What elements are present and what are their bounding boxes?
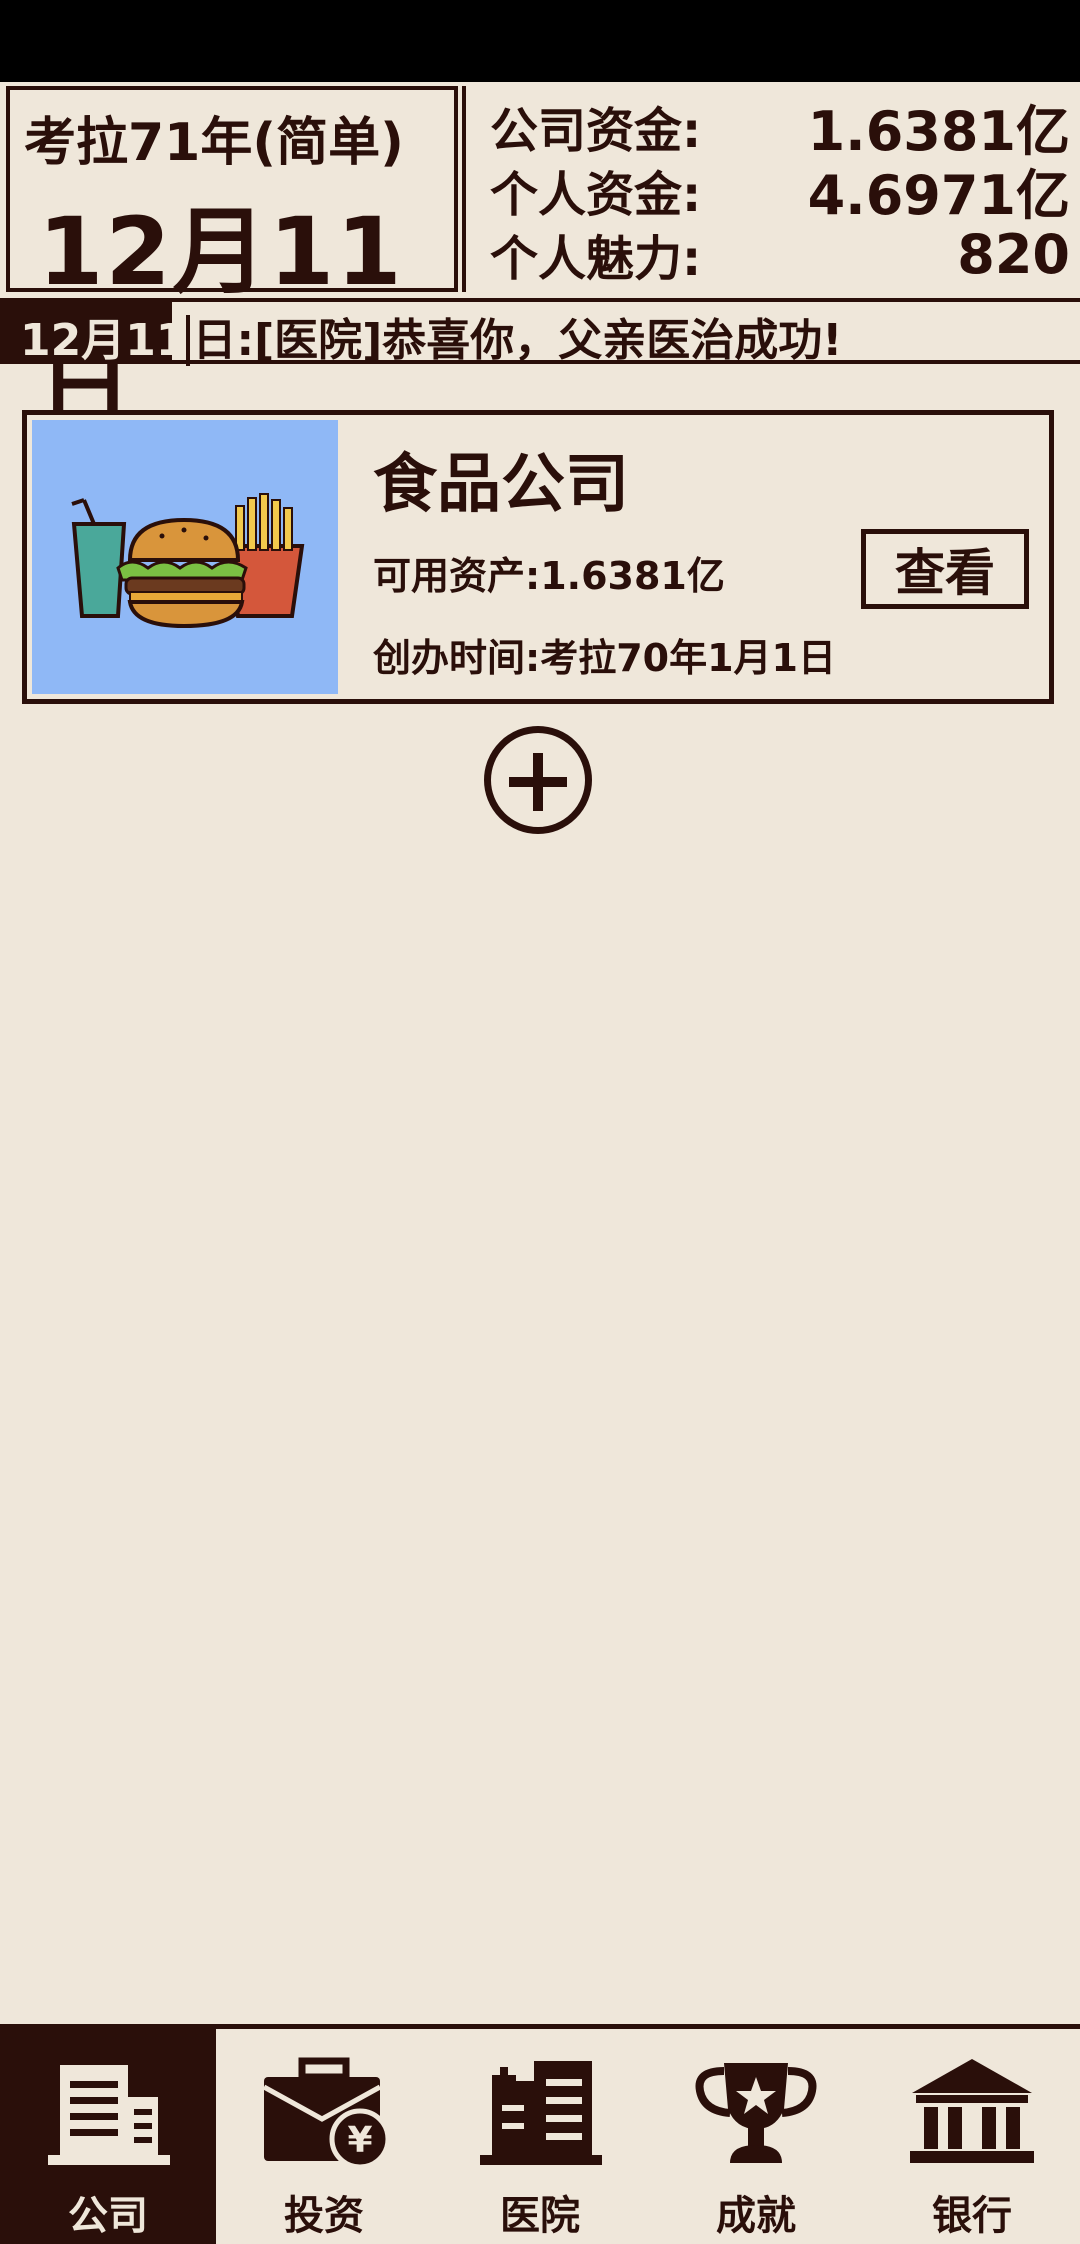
- nav-item-invest[interactable]: ¥ 投资: [216, 2029, 432, 2244]
- nav-item-bank[interactable]: 银行: [864, 2029, 1080, 2244]
- company-card[interactable]: 食品公司 可用资产:1.6381亿 创办时间:考拉70年1月1日 查看: [22, 410, 1054, 704]
- charm-value: 820: [957, 222, 1070, 286]
- svg-text:¥: ¥: [347, 2120, 372, 2161]
- date-panel: 考拉71年(简单) 12月11日: [6, 86, 458, 443]
- burger-combo-icon: [71, 493, 305, 629]
- personal-funds-label: 个人资金:: [490, 167, 702, 223]
- briefcase-yen-icon: ¥: [262, 2057, 391, 2169]
- building-icon: [48, 2065, 170, 2165]
- company-funds-row: 公司资金: 1.6381亿: [490, 96, 1070, 163]
- hospital-icon: [480, 2061, 602, 2165]
- nav-item-achievement[interactable]: 成就: [648, 2029, 864, 2244]
- nav-label-invest: 投资: [284, 2193, 364, 2239]
- status-bar: [0, 0, 1080, 82]
- ticker-text: 12月11 日:[医院]恭喜你，父亲医治成功!: [20, 304, 843, 368]
- view-company-button[interactable]: 查看: [861, 529, 1029, 609]
- nav-item-company[interactable]: 公司: [0, 2029, 216, 2244]
- personal-funds-row: 个人资金: 4.6971亿: [490, 160, 1070, 227]
- nav-label-bank: 银行: [932, 2193, 1012, 2239]
- nav-label-hospital: 医院: [500, 2193, 580, 2239]
- header: 考拉71年(简单) 12月11日 公司资金: 1.6381亿 个人资金: 4.6…: [0, 82, 1080, 443]
- company-assets: 可用资产:1.6381亿: [373, 554, 725, 598]
- nav-label-achievement: 成就: [716, 2193, 796, 2239]
- ticker-message: 日:[医院]恭喜你，父亲医治成功!: [186, 315, 843, 366]
- charm-row: 个人魅力: 820: [490, 222, 1070, 288]
- charm-label: 个人魅力:: [490, 231, 702, 287]
- game-year-label: 考拉71年(简单): [24, 113, 404, 173]
- company-founded-date: 创办时间:考拉70年1月1日: [373, 636, 836, 680]
- company-thumbnail: [32, 420, 338, 694]
- company-name: 食品公司: [373, 448, 629, 522]
- stats-panel: 公司资金: 1.6381亿 个人资金: 4.6971亿 个人魅力: 820: [462, 86, 1080, 292]
- company-funds-label: 公司资金:: [490, 103, 702, 159]
- nav-item-hospital[interactable]: 医院: [432, 2029, 648, 2244]
- news-ticker: 12月11 日:[医院]恭喜你，父亲医治成功!: [0, 302, 1080, 366]
- bottom-nav: 公司 ¥ 投资 医院 成就 银行: [0, 2024, 1080, 2244]
- bank-icon: [910, 2059, 1034, 2163]
- trophy-icon: [695, 2063, 817, 2163]
- nav-label-company: 公司: [68, 2193, 148, 2239]
- add-company-button[interactable]: [484, 726, 592, 834]
- ticker-date: 12月11: [20, 315, 187, 366]
- personal-funds-value: 4.6971亿: [807, 163, 1070, 227]
